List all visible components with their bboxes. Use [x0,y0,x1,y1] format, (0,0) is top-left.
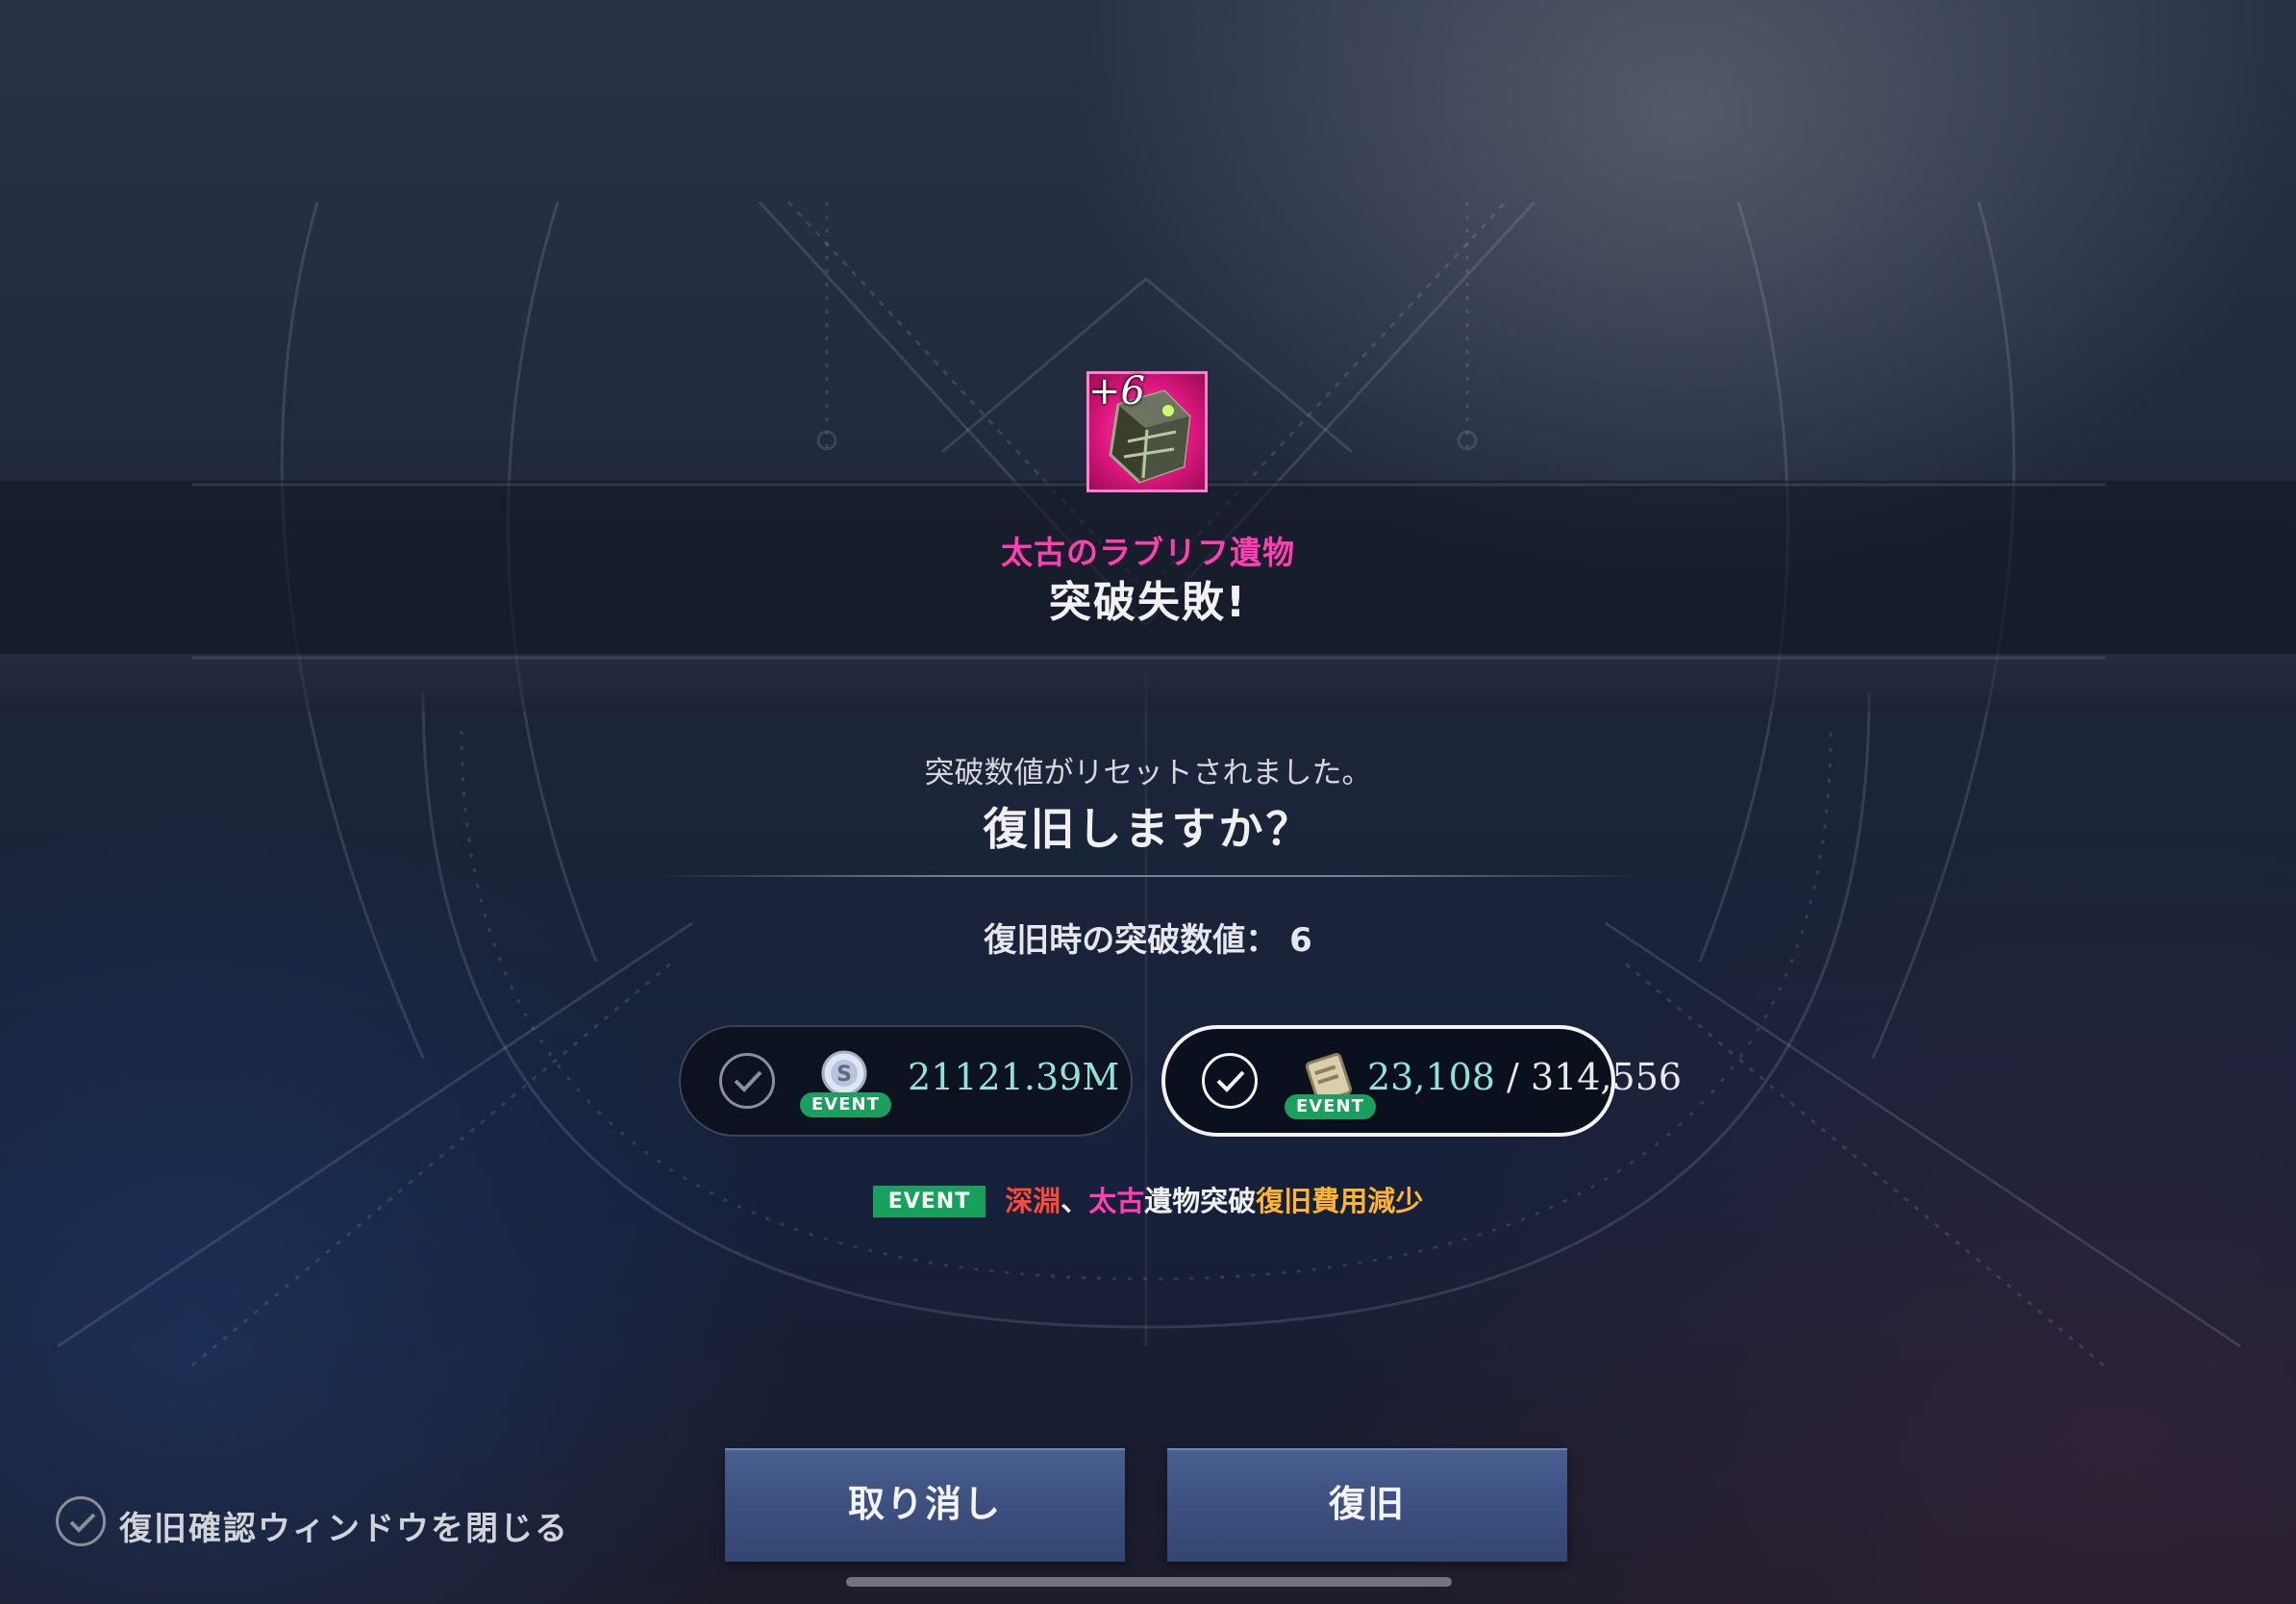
cancel-button[interactable]: 取り消し [725,1448,1125,1562]
divider [654,875,1644,877]
home-indicator[interactable] [846,1577,1452,1587]
event-note-ancient: 太古 [1088,1185,1145,1217]
restore-button[interactable]: 復旧 [1167,1448,1567,1562]
svg-text:S: S [836,1063,852,1087]
cost-option-scroll[interactable]: EVENT 23,108 / 314,556 [1161,1025,1682,1137]
check-icon [69,1513,96,1533]
event-tag: EVENT [872,1186,986,1217]
scroll-owned: 23,108 [1367,1056,1495,1098]
event-note-relic: 遺物突破 [1144,1185,1257,1217]
close-window-checkbox[interactable] [56,1496,106,1546]
event-badge: EVENT [1285,1094,1376,1119]
event-note-discount: 復旧費用減少 [1256,1185,1424,1217]
result-title: 突破失敗! [1048,578,1248,627]
restore-value-line: 復旧時の突破数値： 6 [984,921,1312,960]
check-icon [719,1053,775,1109]
scroll-required: 314,556 [1530,1056,1683,1098]
restore-dialog-screen: +6 太古のラブリフ遺物 突破失敗! 突破数値がリセットされました。 復旧します… [0,0,2296,1604]
scroll-separator: / [1494,1056,1531,1098]
restore-question: 復旧しますか？ [983,803,1313,855]
reset-description: 突破数値がリセットされました。 [924,756,1372,790]
check-icon [1202,1053,1258,1109]
event-note: EVENT 深淵、太古遺物突破復旧費用減少 [0,1179,2296,1219]
cost-option-silver[interactable]: S EVENT 21121.39M [679,1025,1133,1137]
enhance-level: +6 [1088,369,1145,414]
header-band-edge [0,654,2296,712]
event-note-comma: 、 [1061,1185,1089,1217]
item-name: 太古のラブリフ遺物 [1001,534,1295,571]
silver-amount: 21121.39M [908,1056,1120,1098]
event-badge: EVENT [800,1092,891,1117]
scroll-amount: 23,108 / 314,556 [1367,1056,1682,1098]
event-note-abyss: 深淵 [1005,1185,1061,1217]
close-window-label[interactable]: 復旧確認ウィンドウを閉じる [119,1502,569,1549]
